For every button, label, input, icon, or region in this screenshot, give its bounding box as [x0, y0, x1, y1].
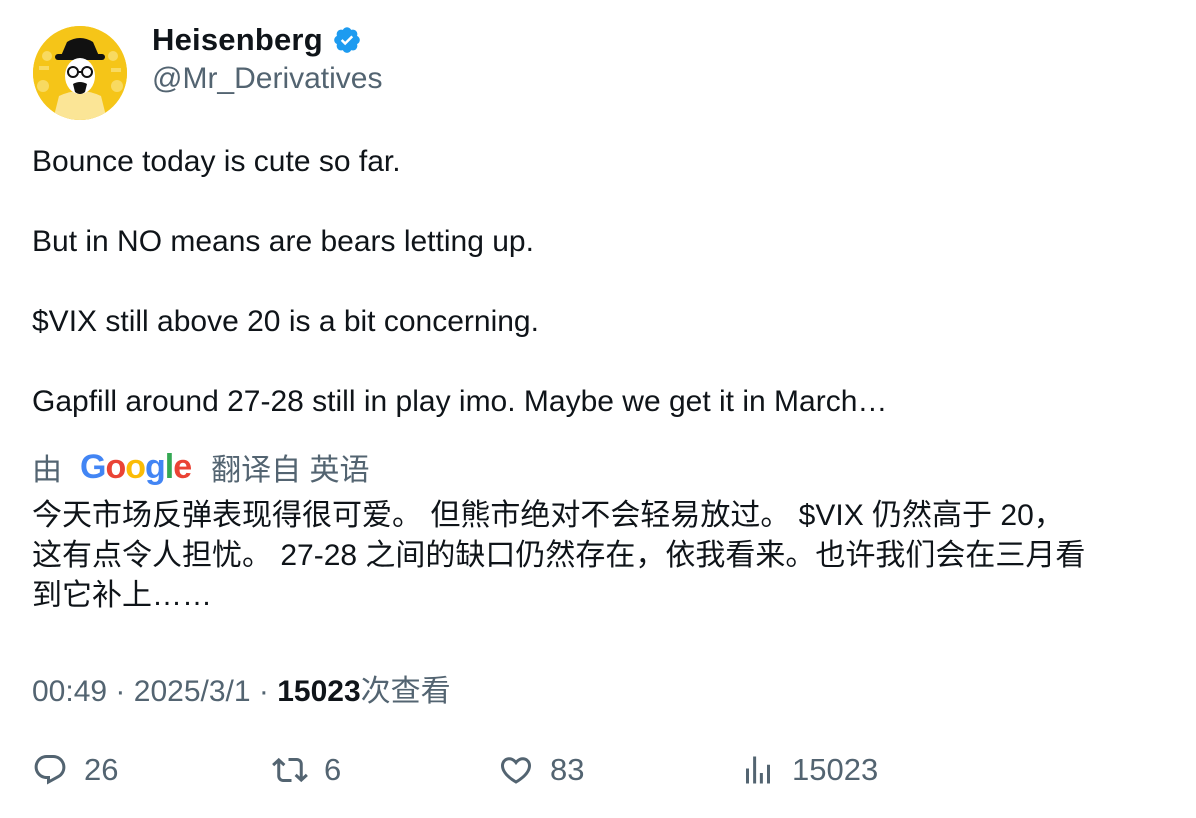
- views-count: 15023: [277, 675, 361, 708]
- tweet-line: $VIX still above 20 is a bit concerning.: [32, 305, 539, 338]
- avatar[interactable]: [33, 26, 127, 120]
- views-action-count: 15023: [792, 752, 879, 787]
- retweet-count: 6: [324, 752, 342, 787]
- meta-separator: ·: [258, 675, 269, 708]
- views-label: 次查看: [360, 675, 451, 708]
- author-handle[interactable]: @Mr_Derivatives: [152, 62, 383, 96]
- translated-text: 今天市场反弹表现得很可爱。 但熊市绝对不会轻易放过。 $VIX 仍然高于 20，…: [32, 496, 1167, 616]
- translated-by-label: 由: [32, 454, 62, 487]
- analytics-icon: [746, 756, 770, 784]
- tweet-meta: 00:49 · 2025/3/1 · 15023次查看: [32, 666, 451, 710]
- translated-line: 今天市场反弹表现得很可爱。 但熊市绝对不会轻易放过。 $VIX 仍然高于 20，: [32, 499, 1064, 532]
- heart-icon: [500, 757, 532, 784]
- tweet-text: Bounce today is cute so far. But in NO m…: [32, 142, 1162, 422]
- reply-button[interactable]: 26: [32, 752, 118, 788]
- author-display-name[interactable]: Heisenberg: [152, 22, 323, 58]
- views-button[interactable]: 15023: [740, 752, 878, 788]
- verified-badge-icon: [334, 27, 360, 53]
- tweet-line: Bounce today is cute so far.: [32, 145, 401, 178]
- retweet-icon: [272, 757, 308, 783]
- action-bar: 26 6 83 15023: [32, 752, 1162, 792]
- reply-count: 26: [84, 752, 119, 787]
- author-name-row[interactable]: Heisenberg: [152, 22, 362, 58]
- like-button[interactable]: 83: [498, 752, 584, 788]
- meta-separator: ·: [115, 675, 126, 708]
- like-count: 83: [550, 752, 585, 787]
- translated-from-label: 翻译自 英语: [211, 454, 370, 487]
- tweet-line: But in NO means are bears letting up.: [32, 225, 534, 258]
- tweet-line: Gapfill around 27-28 still in play imo. …: [32, 385, 888, 418]
- reply-icon: [34, 755, 66, 785]
- translated-line: 这有点令人担忧。 27-28 之间的缺口仍然存在，依我看来。也许我们会在三月看: [32, 539, 1086, 572]
- translation-attribution[interactable]: 由 Google 翻译自 英语: [32, 446, 370, 488]
- translated-line: 到它补上……: [32, 579, 212, 612]
- retweet-button[interactable]: 6: [272, 752, 341, 788]
- google-logo: Google: [80, 447, 192, 486]
- heisenberg-avatar-icon: [33, 26, 127, 120]
- tweet-time[interactable]: 00:49: [32, 675, 107, 708]
- tweet-date[interactable]: 2025/3/1: [134, 675, 251, 708]
